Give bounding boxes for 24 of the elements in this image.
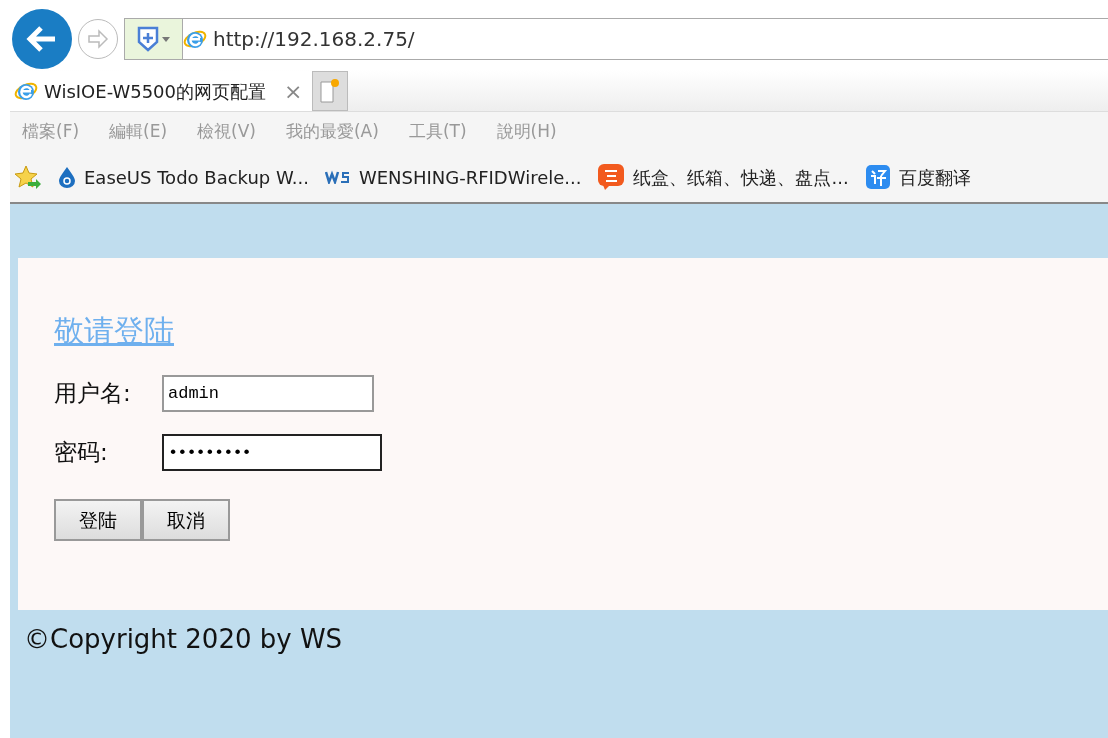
login-button[interactable]: 登陆 xyxy=(54,499,142,541)
favorite-link[interactable]: 百度翻译 xyxy=(898,163,971,191)
address-bar[interactable]: http://192.168.2.75/ xyxy=(124,18,1108,60)
favorite-link[interactable]: EaseUS Todo Backup W... xyxy=(84,163,309,191)
favorite-link[interactable]: 纸盒、纸箱、快递、盘点... xyxy=(633,163,849,191)
password-field[interactable]: ••••••••• xyxy=(162,434,382,471)
url-text: http://192.168.2.75/ xyxy=(213,26,415,53)
security-button[interactable] xyxy=(125,19,183,59)
shield-icon[interactable] xyxy=(137,26,159,52)
cancel-button[interactable]: 取消 xyxy=(142,499,230,541)
tab-title: WisIOE-W5500的网页配置 xyxy=(44,79,266,104)
favorites-star-icon[interactable] xyxy=(14,165,42,189)
copyright-text: ©Copyright 2020 by WS xyxy=(23,623,344,656)
username-field[interactable]: admin xyxy=(162,375,374,412)
username-label: 用户名: xyxy=(54,379,132,409)
ws-logo-icon xyxy=(324,170,351,184)
close-tab-button[interactable]: × xyxy=(284,74,303,108)
caret-icon[interactable] xyxy=(162,36,170,42)
translate-icon xyxy=(864,164,891,190)
password-label: 密码: xyxy=(54,438,109,468)
favorite-link[interactable]: WENSHING-RFIDWirele... xyxy=(358,163,582,191)
chat-bubble-icon xyxy=(597,163,626,191)
back-button[interactable] xyxy=(12,9,72,69)
droplet-icon xyxy=(58,166,76,188)
